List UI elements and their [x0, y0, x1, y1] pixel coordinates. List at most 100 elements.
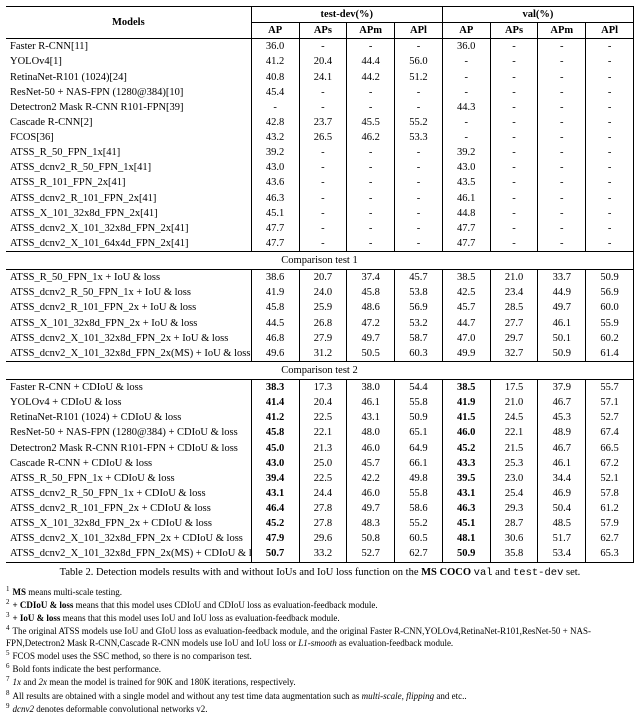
cell-testdev: 20.4 — [299, 54, 347, 69]
caption-bold: MS COCO — [421, 567, 471, 578]
table-row: ATSS_dcnv2_R_50_FPN_1x + CDIoU & loss43.… — [6, 486, 634, 501]
table-row: ResNet-50 + NAS-FPN (1280@384) + CDIoU &… — [6, 425, 634, 440]
cell-val: - — [490, 191, 538, 206]
cell-val: 48.9 — [538, 425, 586, 440]
cell-val: - — [538, 70, 586, 85]
cell-testdev: 50.5 — [347, 346, 395, 362]
cell-testdev: - — [347, 236, 395, 252]
cell-val: - — [490, 115, 538, 130]
cell-testdev: 23.7 — [299, 115, 347, 130]
cell-val: 52.1 — [586, 471, 634, 486]
cell-testdev: 51.2 — [395, 70, 443, 85]
cell-testdev: - — [299, 100, 347, 115]
cell-testdev: - — [347, 175, 395, 190]
cell-val: - — [490, 130, 538, 145]
cell-val: 41.9 — [442, 395, 490, 410]
table-row: ATSS_R_50_FPN_1x + CDIoU & loss39.422.54… — [6, 471, 634, 486]
cell-val: - — [586, 236, 634, 252]
cell-testdev: - — [299, 39, 347, 55]
cell-testdev: 21.3 — [299, 441, 347, 456]
cell-val: 67.2 — [586, 456, 634, 471]
cell-val: - — [586, 100, 634, 115]
table-row: ATSS_dcnv2_R_50_FPN_1x + IoU & loss41.92… — [6, 285, 634, 300]
model-name: ATSS_X_101_32x8d_FPN_2x + IoU & loss — [6, 316, 251, 331]
table-row: ATSS_dcnv2_R_101_FPN_2x + CDIoU & loss46… — [6, 501, 634, 516]
cell-val: 45.7 — [442, 300, 490, 315]
cell-testdev: 47.7 — [251, 221, 299, 236]
cell-val: - — [490, 221, 538, 236]
cell-testdev: 41.4 — [251, 395, 299, 410]
footnote: 1MS means multi-scale testing. — [6, 585, 634, 598]
footnote: 4The original ATSS models use IoU and GI… — [6, 624, 634, 649]
model-name: ATSS_dcnv2_R_50_FPN_1x + CDIoU & loss — [6, 486, 251, 501]
cell-testdev: 45.1 — [251, 206, 299, 221]
footnote: 3+ IoU & loss means that this model uses… — [6, 611, 634, 624]
cell-val: - — [586, 145, 634, 160]
col-td-aps: APs — [299, 23, 347, 39]
model-name: RetinaNet-R101 (1024) + CDIoU & loss — [6, 410, 251, 425]
cell-testdev: 66.1 — [395, 456, 443, 471]
model-name: ATSS_dcnv2_R_101_FPN_2x[41] — [6, 191, 251, 206]
cell-val: - — [490, 85, 538, 100]
table-row: Cascade R-CNN + CDIoU & loss43.025.045.7… — [6, 456, 634, 471]
cell-val: 52.7 — [586, 410, 634, 425]
cell-val: 37.9 — [538, 380, 586, 396]
cell-val: 32.7 — [490, 346, 538, 362]
cell-testdev: 22.5 — [299, 410, 347, 425]
table-row: ATSS_dcnv2_X_101_64x4d_FPN_2x[41]47.7---… — [6, 236, 634, 252]
table-body: Faster R-CNN[11]36.0---36.0---YOLOv4[1]4… — [6, 39, 634, 562]
cell-val: 43.0 — [442, 160, 490, 175]
cell-testdev: 60.5 — [395, 531, 443, 546]
col-td-apl: APl — [395, 23, 443, 39]
cell-val: 45.3 — [538, 410, 586, 425]
cell-val: 61.4 — [586, 346, 634, 362]
col-v-aps: APs — [490, 23, 538, 39]
cell-testdev: 56.9 — [395, 300, 443, 315]
cell-testdev: - — [395, 175, 443, 190]
cell-testdev: 43.0 — [251, 160, 299, 175]
cell-testdev: 42.8 — [251, 115, 299, 130]
cell-testdev: 47.7 — [251, 236, 299, 252]
cell-testdev: 43.6 — [251, 175, 299, 190]
cell-val: 23.4 — [490, 285, 538, 300]
cell-val: - — [538, 175, 586, 190]
cell-val: - — [586, 175, 634, 190]
cell-testdev: - — [347, 221, 395, 236]
footnote: 8All results are obtained with a single … — [6, 689, 634, 702]
cell-testdev: 45.7 — [347, 456, 395, 471]
col-td-apm: APm — [347, 23, 395, 39]
cell-val: - — [490, 236, 538, 252]
cell-testdev: 45.0 — [251, 441, 299, 456]
cell-testdev: 65.1 — [395, 425, 443, 440]
caption-code2: test-dev — [513, 567, 563, 579]
cell-val: 43.5 — [442, 175, 490, 190]
cell-val: - — [442, 85, 490, 100]
cell-testdev: 53.3 — [395, 130, 443, 145]
cell-testdev: 29.6 — [299, 531, 347, 546]
cell-val: 43.3 — [442, 456, 490, 471]
cell-val: - — [538, 54, 586, 69]
cell-val: 50.9 — [538, 346, 586, 362]
cell-val: - — [538, 115, 586, 130]
cell-testdev: 20.4 — [299, 395, 347, 410]
cell-testdev: 45.8 — [347, 285, 395, 300]
cell-val: - — [442, 115, 490, 130]
cell-val: 25.3 — [490, 456, 538, 471]
cell-testdev: - — [347, 160, 395, 175]
col-v-apl: APl — [586, 23, 634, 39]
cell-val: 49.9 — [442, 346, 490, 362]
model-name: ATSS_X_101_32x8d_FPN_2x[41] — [6, 206, 251, 221]
cell-testdev: 62.7 — [395, 546, 443, 562]
model-name: ATSS_R_101_FPN_2x[41] — [6, 175, 251, 190]
cell-val: 45.2 — [442, 441, 490, 456]
cell-testdev: 47.2 — [347, 316, 395, 331]
cell-val: 29.3 — [490, 501, 538, 516]
cell-val: 21.0 — [490, 270, 538, 286]
cell-val: - — [586, 39, 634, 55]
cell-val: - — [586, 160, 634, 175]
cell-val: 66.5 — [586, 441, 634, 456]
cell-val: 44.9 — [538, 285, 586, 300]
cell-val: - — [538, 206, 586, 221]
cell-testdev: 20.7 — [299, 270, 347, 286]
cell-testdev: 43.2 — [251, 130, 299, 145]
